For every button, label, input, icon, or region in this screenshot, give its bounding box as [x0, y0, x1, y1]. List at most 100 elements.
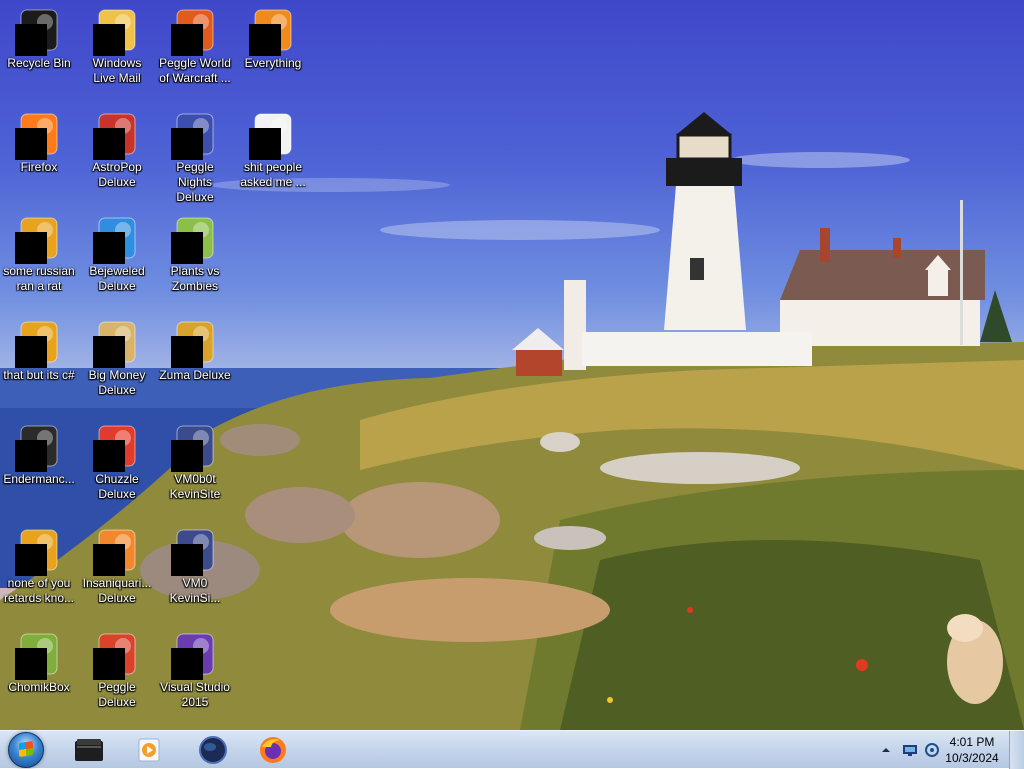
redaction-box — [249, 24, 281, 56]
zuma-icon — [171, 318, 219, 368]
desktop-icon[interactable]: some russian ran a rat — [0, 210, 78, 306]
redaction-box — [93, 648, 125, 680]
peggle-nights-icon — [171, 110, 219, 160]
shortcut-icon — [171, 422, 219, 472]
app-window-icon — [15, 422, 63, 472]
desktop-icon[interactable]: VM0 KevinSi... — [156, 522, 234, 618]
desktop-icon[interactable]: AstroPop Deluxe — [78, 106, 156, 202]
desktop-icon[interactable]: shit people asked me ... — [234, 106, 312, 202]
desktop-icon[interactable]: Bejeweled Deluxe — [78, 210, 156, 306]
desktop-icon-label: Everything — [244, 56, 302, 70]
redaction-box — [171, 648, 203, 680]
volume-icon[interactable] — [924, 742, 940, 758]
desktop-icon[interactable]: none of you retards kno... — [0, 522, 78, 618]
file-icon — [15, 214, 63, 264]
desktop-icon[interactable]: Peggle World of Warcraft ... — [156, 2, 234, 98]
desktop-icon[interactable]: Visual Studio 2015 — [156, 626, 234, 722]
desktop-icon-label: Windows Live Mail — [92, 56, 142, 85]
desktop-icon[interactable]: Zuma Deluxe — [156, 314, 234, 410]
start-button[interactable] — [0, 732, 52, 768]
redaction-box — [93, 336, 125, 368]
desktop-icon-label: VM0 KevinSi... — [169, 576, 221, 605]
desktop-icon-label: Plants vs Zombies — [170, 264, 220, 293]
redaction-box — [15, 24, 47, 56]
system-tray: 4:01 PM 10/3/2024 — [864, 731, 1024, 769]
firefox-icon — [260, 737, 286, 763]
desktop-icon[interactable]: Big Money Deluxe — [78, 314, 156, 410]
redaction-box — [93, 232, 125, 264]
desktop-icon-label: Chuzzle Deluxe — [95, 472, 139, 501]
clock-date[interactable]: 10/3/2024 — [942, 751, 1002, 765]
desktop-icon[interactable]: Chuzzle Deluxe — [78, 418, 156, 514]
desktop-icon-label: AstroPop Deluxe — [92, 160, 142, 189]
bejeweled-icon — [93, 214, 141, 264]
desktop-icon-label: shit people asked me ... — [240, 160, 306, 189]
desktop-icon-label: that but its c# — [3, 368, 75, 382]
desktop-icon-label: Zuma Deluxe — [159, 368, 231, 382]
network-icon[interactable] — [902, 742, 918, 758]
chuzzle-icon — [93, 422, 141, 472]
redaction-box — [171, 544, 203, 576]
desktop-icon-label: Insaniquari... Deluxe — [82, 576, 152, 605]
taskbar: 4:01 PM 10/3/2024 — [0, 730, 1024, 769]
folder-icon — [249, 110, 297, 160]
redaction-box — [15, 440, 47, 472]
redaction-box — [171, 336, 203, 368]
redaction-box — [93, 24, 125, 56]
media-player-icon — [138, 738, 160, 762]
taskbar-pinned-media-player[interactable] — [122, 732, 176, 768]
desktop-icon-label: Firefox — [20, 160, 58, 174]
redaction-box — [15, 128, 47, 160]
file-explorer-icon — [75, 739, 103, 761]
desktop-icon[interactable]: Firefox — [0, 106, 78, 202]
desktop-icon-label: Big Money Deluxe — [88, 368, 146, 397]
taskbar-pinned-file-explorer[interactable] — [62, 732, 116, 768]
plants-vs-zombies-icon — [171, 214, 219, 264]
redaction-box — [93, 544, 125, 576]
redaction-box — [15, 336, 47, 368]
desktop-icon[interactable]: Insaniquari... Deluxe — [78, 522, 156, 618]
desktop-icon-label: none of you retards kno... — [3, 576, 75, 605]
firefox-icon — [15, 110, 63, 160]
desktop-icon[interactable]: Everything — [234, 2, 312, 98]
file-icon — [15, 526, 63, 576]
chomikbox-icon — [15, 630, 63, 680]
windows-orb-icon — [8, 732, 44, 768]
desktop-icon-label: Endermanc... — [3, 472, 75, 486]
redaction-box — [171, 24, 203, 56]
desktop-icon[interactable]: that but its c# — [0, 314, 78, 410]
redaction-box — [15, 648, 47, 680]
recycle-bin-icon — [15, 6, 63, 56]
file-icon — [15, 318, 63, 368]
everything-search-icon — [249, 6, 297, 56]
desktop-icon[interactable]: Windows Live Mail — [78, 2, 156, 98]
taskbar-pinned-firefox[interactable] — [246, 732, 300, 768]
redaction-box — [171, 440, 203, 472]
shortcut-icon — [171, 526, 219, 576]
desktop-icon[interactable]: Plants vs Zombies — [156, 210, 234, 306]
redaction-box — [171, 232, 203, 264]
desktop-icon-label: Peggle Deluxe — [98, 680, 136, 709]
peggle-icon — [93, 630, 141, 680]
desktop-icon-label: Bejeweled Deluxe — [89, 264, 145, 293]
redaction-box — [171, 128, 203, 160]
desktop-icon[interactable]: VM0b0t KevinSite — [156, 418, 234, 514]
desktop-icon[interactable]: Peggle Deluxe — [78, 626, 156, 722]
desktop-icon-label: some russian ran a rat — [3, 264, 75, 293]
desktop-icon-label: ChomikBox — [8, 680, 70, 694]
redaction-box — [93, 128, 125, 160]
taskbar-pinned-browser[interactable] — [186, 732, 240, 768]
windows-live-mail-icon — [93, 6, 141, 56]
desktop-icon[interactable]: ChomikBox — [0, 626, 78, 722]
insaniquarium-icon — [93, 526, 141, 576]
clock-time[interactable]: 4:01 PM — [942, 735, 1002, 749]
browser-globe-icon — [199, 736, 227, 764]
desktop-icon[interactable]: Endermanc... — [0, 418, 78, 514]
show-hidden-icons-chevron-icon[interactable] — [878, 742, 894, 758]
desktop-icon[interactable]: Recycle Bin — [0, 2, 78, 98]
show-desktop-button[interactable] — [1009, 731, 1024, 769]
redaction-box — [93, 440, 125, 472]
desktop-icon-label: Peggle World of Warcraft ... — [159, 56, 231, 85]
desktop-icon[interactable]: Peggle Nights Deluxe — [156, 106, 234, 204]
desktop-icon-label: VM0b0t KevinSite — [169, 472, 221, 501]
